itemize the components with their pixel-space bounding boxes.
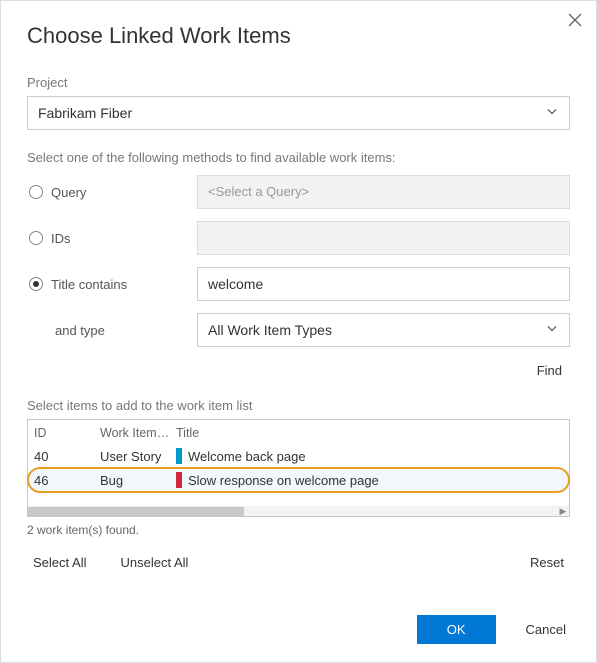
result-count: 2 work item(s) found. (27, 523, 570, 537)
radio-ids[interactable] (29, 231, 43, 245)
radio-title[interactable] (29, 277, 43, 291)
bug-icon (176, 472, 182, 488)
col-title[interactable]: Title (176, 426, 565, 440)
user-story-icon (176, 448, 182, 464)
reset-button[interactable]: Reset (524, 551, 570, 574)
horizontal-scrollbar[interactable]: ◀ ▶ (28, 506, 569, 516)
title-input[interactable] (197, 267, 570, 301)
radio-title-label: Title contains (51, 277, 127, 292)
ok-button[interactable]: OK (417, 615, 496, 644)
project-label: Project (27, 75, 570, 90)
list-instruction: Select items to add to the work item lis… (27, 398, 570, 413)
scroll-right-icon[interactable]: ▶ (557, 507, 569, 516)
find-button[interactable]: Find (529, 359, 570, 382)
results-table: ID Work Item… Title 40 User Story Welcom… (27, 419, 570, 517)
ids-input[interactable] (197, 221, 570, 255)
type-label: and type (29, 323, 105, 338)
radio-query-label: Query (51, 185, 86, 200)
col-type[interactable]: Work Item… (100, 426, 176, 440)
scrollbar-thumb[interactable] (28, 507, 244, 516)
type-select[interactable]: All Work Item Types (197, 313, 570, 347)
table-row[interactable]: 46 Bug Slow response on welcome page (28, 468, 569, 492)
radio-query[interactable] (29, 185, 43, 199)
chevron-down-icon (545, 322, 559, 339)
chevron-down-icon (545, 105, 559, 122)
project-select[interactable]: Fabrikam Fiber (27, 96, 570, 130)
dialog-title: Choose Linked Work Items (27, 23, 570, 49)
type-value: All Work Item Types (208, 322, 332, 338)
cancel-button[interactable]: Cancel (520, 621, 572, 638)
close-icon[interactable] (568, 13, 582, 32)
unselect-all-button[interactable]: Unselect All (114, 551, 194, 574)
select-all-button[interactable]: Select All (27, 551, 92, 574)
radio-ids-label: IDs (51, 231, 71, 246)
method-instruction: Select one of the following methods to f… (27, 150, 570, 165)
query-select[interactable]: <Select a Query> (197, 175, 570, 209)
project-value: Fabrikam Fiber (38, 105, 132, 121)
col-id[interactable]: ID (32, 426, 100, 440)
table-row[interactable]: 40 User Story Welcome back page (28, 444, 569, 468)
